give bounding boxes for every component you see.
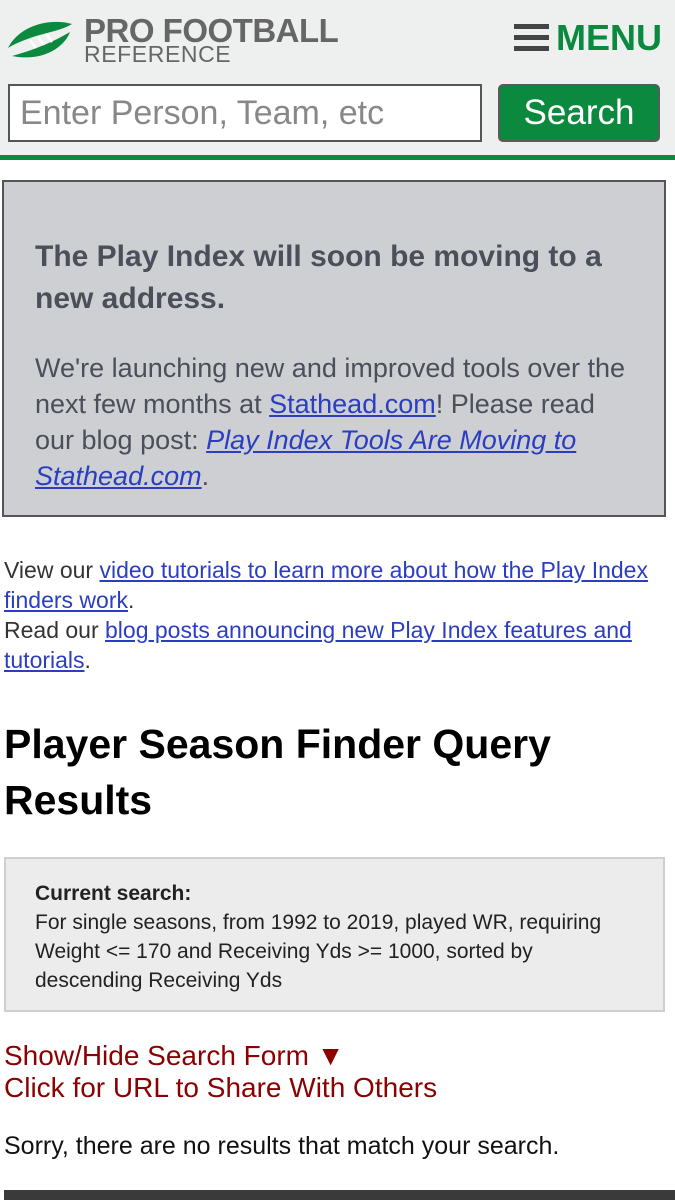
current-search-text: For single seasons, from 1992 to 2019, p… [35, 911, 602, 992]
page-title: Player Season Finder Query Results [4, 721, 551, 823]
search-button[interactable]: Search [498, 84, 660, 142]
notice-text-3: . [201, 461, 210, 491]
blog-posts-line: Read our blog posts announcing new Play … [4, 615, 672, 675]
video-tutorials-link[interactable]: video tutorials to learn more about how … [4, 557, 648, 613]
stathead-link[interactable]: Stathead.com [269, 389, 436, 419]
video-tutorials-suffix: . [127, 587, 135, 613]
football-logo-icon [8, 21, 72, 58]
results-footer-bar [4, 1190, 675, 1200]
search-form-links: Show/Hide Search Form ▼ Click for URL to… [4, 1040, 437, 1104]
notice-box: The Play Index will soon be moving to a … [2, 180, 666, 517]
tutorial-links: View our video tutorials to learn more a… [4, 555, 672, 675]
no-results-message: Sorry, there are no results that match y… [4, 1132, 560, 1160]
video-tutorials-line: View our video tutorials to learn more a… [4, 555, 672, 615]
site-logo[interactable]: PRO FOOTBALL REFERENCE [6, 14, 351, 66]
notice-heading: The Play Index will soon be moving to a … [35, 240, 602, 315]
menu-button[interactable]: MENU [514, 16, 664, 60]
hamburger-icon [514, 24, 549, 52]
share-url-link[interactable]: Click for URL to Share With Others [4, 1072, 437, 1104]
show-hide-search-form-toggle[interactable]: Show/Hide Search Form ▼ [4, 1040, 437, 1072]
blog-posts-prefix: Read our [4, 617, 106, 643]
current-search-box: Current search: For single seasons, from… [4, 857, 665, 1012]
menu-label: MENU [556, 17, 662, 58]
blog-posts-suffix: . [84, 647, 91, 673]
search-input[interactable] [8, 84, 482, 142]
logo-text-line2: REFERENCE [84, 41, 232, 67]
header-divider [0, 155, 675, 160]
video-tutorials-prefix: View our [4, 557, 100, 583]
notice-body: We're launching new and improved tools o… [35, 350, 636, 494]
site-header: PRO FOOTBALL REFERENCE MENU Search [0, 0, 675, 160]
current-search-label: Current search: [35, 882, 192, 905]
